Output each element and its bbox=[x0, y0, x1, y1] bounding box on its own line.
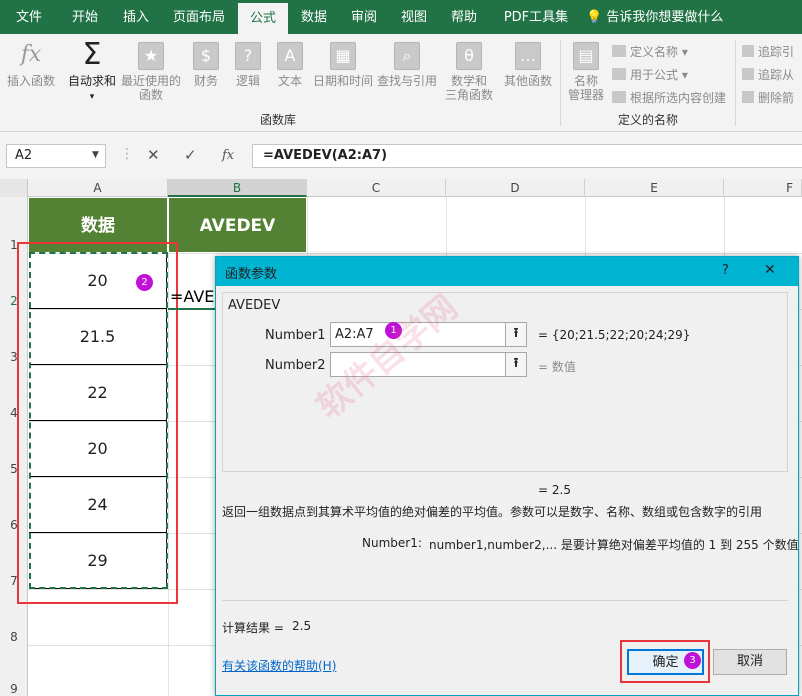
row-header-8[interactable]: 8 bbox=[0, 630, 28, 644]
insert-function-button[interactable]: fx 插入函数 bbox=[4, 42, 58, 88]
ribbon-separator bbox=[560, 40, 561, 126]
lookup-reference-button[interactable]: ⌕ 查找与引用 bbox=[376, 42, 438, 88]
trace-precedents-icon bbox=[742, 45, 754, 57]
formula-result-inline: = 2.5 bbox=[538, 483, 571, 497]
step-badge-2: 2 bbox=[136, 274, 153, 291]
chevron-down-icon: ▾ bbox=[89, 92, 95, 102]
cell-b1-header[interactable]: AVEDEV bbox=[168, 197, 307, 253]
help-icon[interactable]: ? bbox=[722, 263, 729, 278]
calc-result-value: 2.5 bbox=[292, 619, 312, 633]
trace-dependents-button[interactable]: 追踪从 bbox=[742, 66, 794, 83]
step-badge-3: 3 bbox=[684, 652, 701, 669]
arguments-group-box bbox=[222, 292, 788, 472]
column-header-b[interactable]: B bbox=[168, 179, 307, 197]
dialog-title: 函数参数 bbox=[225, 267, 278, 282]
tab-page-layout[interactable]: 页面布局 bbox=[166, 0, 232, 34]
recently-used-button[interactable]: ★ 最近使用的 函数 bbox=[120, 42, 182, 102]
column-header-e[interactable]: E bbox=[585, 179, 724, 197]
cell-b2-formula-preview[interactable]: =AVE bbox=[170, 287, 214, 306]
dialog-titlebar bbox=[216, 257, 798, 286]
define-name-button[interactable]: 定义名称 ▾ bbox=[612, 43, 688, 60]
trace-dependents-icon bbox=[742, 68, 754, 80]
theta-icon: θ bbox=[456, 42, 482, 70]
tab-file[interactable]: 文件 bbox=[6, 0, 52, 34]
arg-help-text: number1,number2,... 是要计算绝对偏差平均值的 1 到 255… bbox=[429, 538, 799, 552]
autosum-button[interactable]: Σ 自动求和 ▾ bbox=[65, 37, 119, 104]
tab-insert[interactable]: 插入 bbox=[113, 0, 159, 34]
use-in-formula-button[interactable]: 用于公式 ▾ bbox=[612, 66, 688, 83]
star-icon: ★ bbox=[138, 42, 164, 70]
cancel-button[interactable]: 取消 bbox=[713, 649, 787, 675]
logical-button[interactable]: ? 逻辑 bbox=[228, 42, 268, 88]
magnifier-book-icon: ⌕ bbox=[394, 42, 420, 70]
tab-help[interactable]: 帮助 bbox=[441, 0, 487, 34]
arg1-label: Number1 bbox=[265, 328, 326, 343]
tab-pdf-tools[interactable]: PDF工具集 bbox=[497, 0, 575, 34]
cancel-icon[interactable]: ✕ bbox=[147, 146, 160, 164]
create-names-icon bbox=[612, 91, 626, 103]
lightbulb-icon: 💡 bbox=[586, 10, 603, 25]
tell-me-search[interactable]: 💡 告诉我你想要做什么 bbox=[586, 0, 726, 34]
remove-arrows-icon bbox=[742, 91, 754, 103]
define-name-icon bbox=[612, 45, 626, 57]
drag-handle-icon[interactable]: ⋮ bbox=[120, 146, 134, 162]
fx-icon[interactable]: fx bbox=[222, 148, 234, 163]
column-header-f[interactable]: F bbox=[724, 179, 802, 197]
create-from-selection-button[interactable]: 根据所选内容创建 bbox=[612, 89, 726, 106]
book-icon: $ bbox=[193, 42, 219, 70]
tab-review[interactable]: 审阅 bbox=[341, 0, 387, 34]
column-header-d[interactable]: D bbox=[446, 179, 585, 197]
arg-help-label: Number1: bbox=[362, 536, 422, 550]
tag-icon: ▤ bbox=[573, 42, 599, 70]
collapse-dialog-icon[interactable]: ⭱ bbox=[505, 322, 527, 347]
math-trig-button[interactable]: θ 数学和 三角函数 bbox=[440, 42, 498, 102]
formula-input[interactable]: =AVEDEV(A2:A7) bbox=[252, 144, 802, 168]
tab-data[interactable]: 数据 bbox=[292, 0, 336, 34]
name-box[interactable]: A2 bbox=[6, 144, 106, 168]
tab-view[interactable]: 视图 bbox=[391, 0, 437, 34]
select-all-corner[interactable] bbox=[0, 179, 28, 197]
active-cell-border bbox=[168, 308, 218, 310]
text-button[interactable]: A 文本 bbox=[270, 42, 310, 88]
close-icon[interactable]: ✕ bbox=[764, 262, 776, 278]
group-label-function-library: 函数库 bbox=[260, 113, 297, 127]
enter-icon[interactable]: ✓ bbox=[184, 146, 197, 164]
column-header-c[interactable]: C bbox=[307, 179, 446, 197]
datetime-button[interactable]: ▦ 日期和时间 bbox=[312, 42, 374, 88]
calc-result-label: 计算结果 = bbox=[222, 621, 284, 635]
financial-button[interactable]: $ 财务 bbox=[186, 42, 226, 88]
arg2-evaluated: = 数值 bbox=[538, 360, 576, 374]
chevron-down-icon[interactable]: ▼ bbox=[92, 150, 99, 160]
ribbon-separator bbox=[735, 40, 736, 126]
function-help-link[interactable]: 有关该函数的帮助(H) bbox=[222, 657, 336, 674]
tab-home[interactable]: 开始 bbox=[60, 0, 110, 34]
remove-arrows-button[interactable]: 删除箭 bbox=[742, 89, 794, 106]
formula-icon bbox=[612, 68, 626, 80]
divider bbox=[222, 600, 788, 601]
question-book-icon: ? bbox=[235, 42, 261, 70]
arg1-evaluated: = {20;21.5;22;20;24;29} bbox=[538, 328, 691, 342]
more-book-icon: … bbox=[515, 42, 541, 70]
highlight-box-range bbox=[17, 242, 178, 604]
collapse-dialog-icon[interactable]: ⭱ bbox=[505, 352, 527, 377]
arg2-label: Number2 bbox=[265, 358, 326, 373]
group-label-defined-names: 定义的名称 bbox=[618, 113, 679, 127]
calendar-icon: ▦ bbox=[330, 42, 356, 70]
text-a-icon: A bbox=[277, 42, 303, 70]
row-header-9[interactable]: 9 bbox=[0, 682, 28, 696]
sigma-icon: Σ bbox=[82, 37, 102, 72]
trace-precedents-button[interactable]: 追踪引 bbox=[742, 43, 794, 60]
name-manager-button[interactable]: ▤ 名称 管理器 bbox=[564, 42, 608, 102]
more-functions-button[interactable]: … 其他函数 bbox=[502, 42, 554, 88]
tab-formulas[interactable]: 公式 bbox=[238, 3, 288, 34]
fx-icon: fx bbox=[20, 42, 42, 67]
column-header-a[interactable]: A bbox=[28, 179, 168, 197]
function-description: 返回一组数据点到其算术平均值的绝对偏差的平均值。参数可以是数字、名称、数组或包含… bbox=[222, 505, 763, 519]
